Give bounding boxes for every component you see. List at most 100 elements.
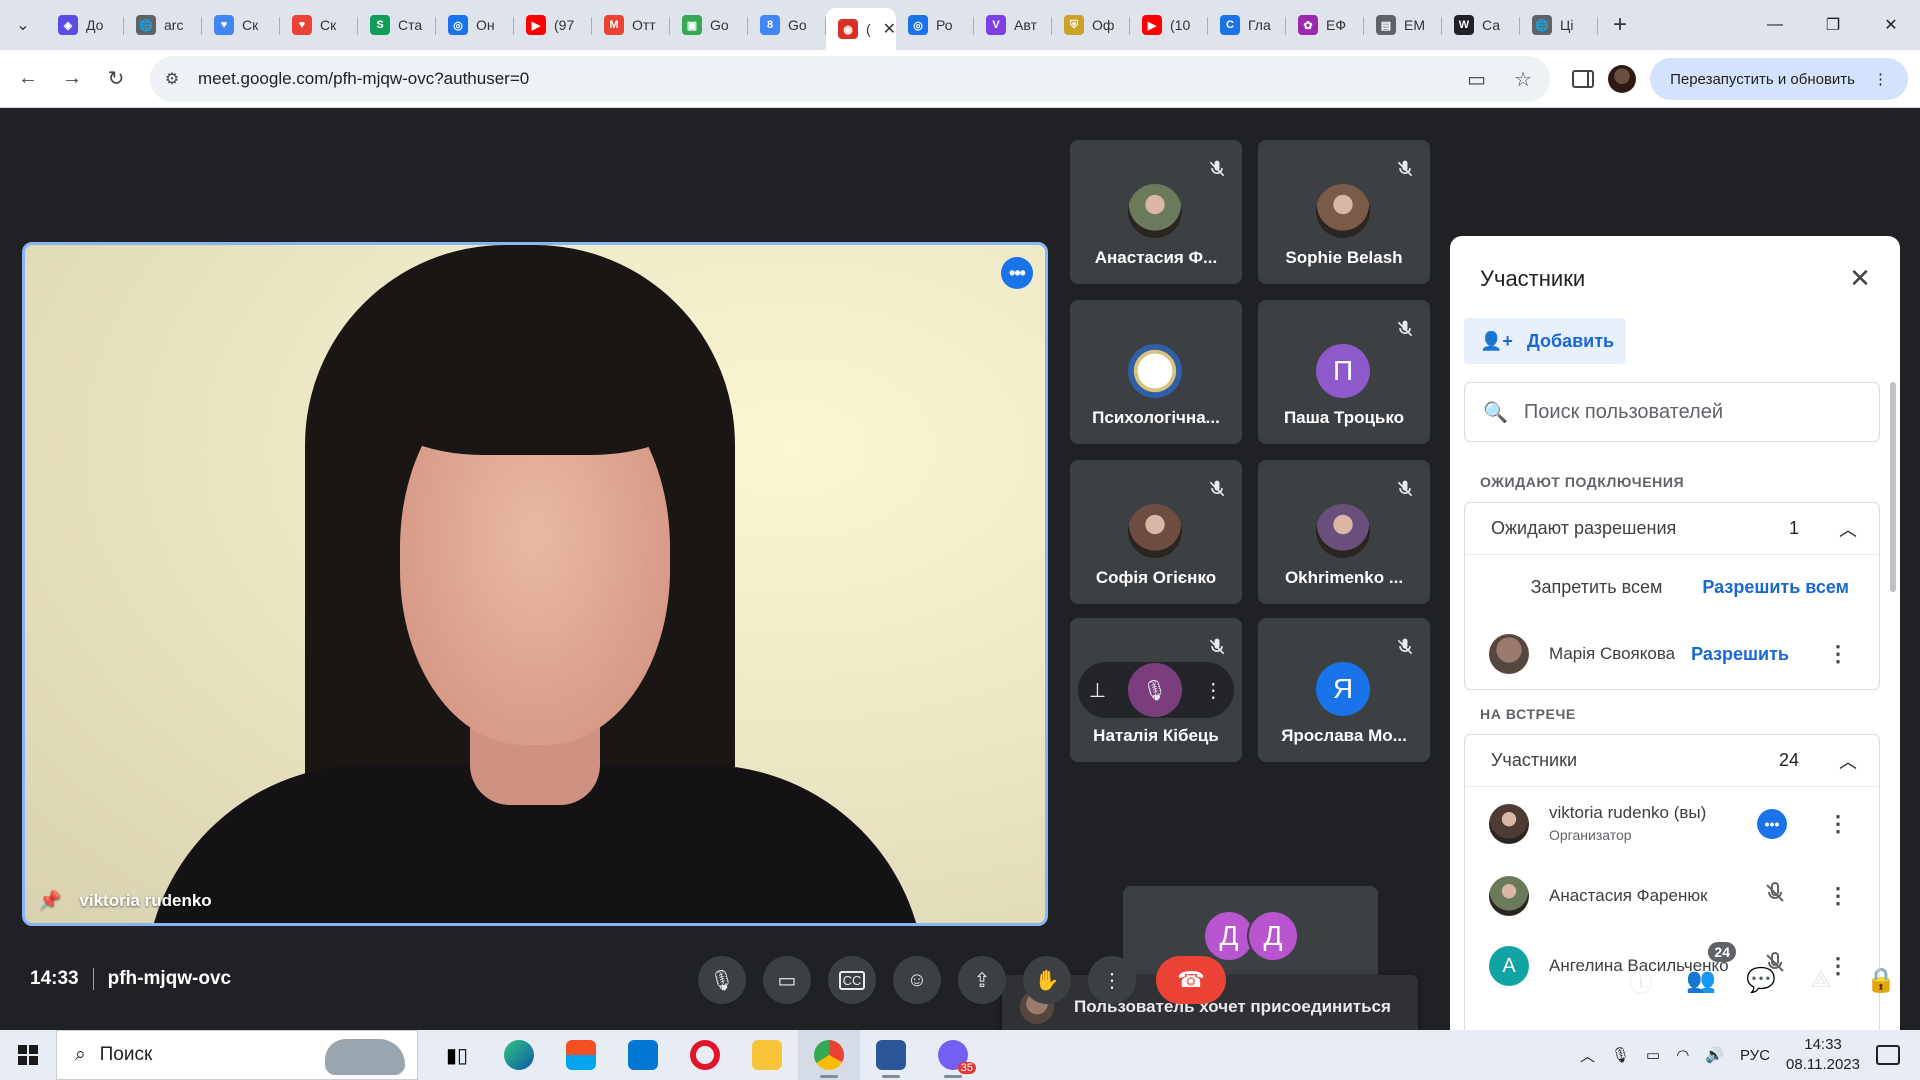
profile-avatar[interactable] bbox=[1608, 65, 1637, 93]
meeting-details-button[interactable]: ⓘ bbox=[1622, 956, 1660, 1004]
mail-app[interactable] bbox=[612, 1030, 674, 1080]
search-input[interactable]: 🔍 Поиск пользователей bbox=[1464, 382, 1880, 442]
people-button[interactable]: 👥 24 bbox=[1682, 942, 1736, 1004]
more-options-button[interactable]: ⋮ bbox=[1088, 956, 1136, 1004]
browser-tab[interactable]: ▣ Go bbox=[670, 8, 748, 42]
word-app[interactable] bbox=[860, 1030, 922, 1080]
participant-tile[interactable]: П Паша Троцько bbox=[1258, 300, 1430, 444]
participant-tile[interactable]: Психологічна... bbox=[1070, 300, 1242, 444]
close-panel-button[interactable]: ✕ bbox=[1842, 260, 1878, 296]
browser-tab[interactable]: ◈ До bbox=[46, 8, 124, 42]
leave-call-button[interactable]: ☎ bbox=[1156, 956, 1226, 1004]
participant-tile[interactable]: Я Ярослава Мо... bbox=[1258, 618, 1430, 762]
browser-tab[interactable]: ▶ (97 bbox=[514, 8, 592, 42]
more-vert-icon[interactable]: ⋮ bbox=[1827, 641, 1849, 667]
browser-tab[interactable]: ♥ Ск bbox=[280, 8, 358, 42]
participant-row[interactable]: Анастасия Фаренюк ⋮ bbox=[1465, 861, 1879, 931]
new-tab-button[interactable]: + bbox=[1598, 0, 1642, 50]
chat-button[interactable]: 💬 bbox=[1742, 956, 1780, 1004]
browser-tab[interactable]: V Авт bbox=[974, 8, 1052, 42]
waiting-header[interactable]: Ожидают разрешения 1 ︿ bbox=[1465, 503, 1879, 555]
mic-off-icon[interactable] bbox=[1763, 881, 1787, 911]
tab-search-button[interactable]: ⌄ bbox=[0, 0, 46, 50]
browser-tab[interactable]: M Отт bbox=[592, 8, 670, 42]
deny-all-button[interactable]: Запретить всем bbox=[1531, 577, 1663, 598]
browser-tab[interactable]: ✿ ЕФ bbox=[1286, 8, 1364, 42]
participant-tile[interactable]: ⊥ 🎙 ⋮ Наталія Кібець bbox=[1070, 618, 1242, 762]
omnibox[interactable]: ⚙ meet.google.com/pfh-mjqw-ovc?authuser=… bbox=[150, 56, 1550, 102]
notifications-icon[interactable] bbox=[1876, 1045, 1900, 1065]
side-panel-icon[interactable] bbox=[1572, 70, 1595, 88]
browser-tab[interactable]: ◉ (✕ bbox=[826, 8, 896, 50]
back-button[interactable]: ← bbox=[6, 57, 50, 101]
explorer-app[interactable] bbox=[736, 1030, 798, 1080]
browser-tab[interactable]: ◎ Он bbox=[436, 8, 514, 42]
wifi-icon[interactable]: ◠ bbox=[1676, 1046, 1689, 1064]
participant-tile[interactable]: Sophie Belash bbox=[1258, 140, 1430, 284]
allow-all-button[interactable]: Разрешить всем bbox=[1702, 577, 1849, 598]
participants-header[interactable]: Участники 24 ︿ bbox=[1465, 735, 1879, 787]
participant-row[interactable]: viktoria rudenko (вы) Организатор ••• ⋮ bbox=[1465, 787, 1879, 861]
close-tab-icon[interactable]: ✕ bbox=[883, 19, 896, 39]
pin-icon[interactable]: 📌 bbox=[39, 890, 61, 911]
host-controls-button[interactable]: 🔒 bbox=[1862, 956, 1900, 1004]
browser-tab[interactable]: S Ста bbox=[358, 8, 436, 42]
battery-icon[interactable]: ▭ bbox=[1646, 1046, 1660, 1064]
participant-tile[interactable]: Софія Огієнко bbox=[1070, 460, 1242, 604]
relaunch-update-button[interactable]: Перезапустить и обновить ⋮ bbox=[1650, 58, 1908, 100]
allow-button[interactable]: Разрешить bbox=[1691, 644, 1789, 665]
input-language[interactable]: РУС bbox=[1740, 1047, 1770, 1064]
more-vert-icon[interactable]: ⋮ bbox=[1827, 883, 1849, 909]
participant-tile[interactable]: Okhrimenko ... bbox=[1258, 460, 1430, 604]
viber-app[interactable]: 35 bbox=[922, 1030, 984, 1080]
reactions-button[interactable]: ☺ bbox=[893, 956, 941, 1004]
taskbar-clock[interactable]: 14:33 08.11.2023 bbox=[1786, 1035, 1860, 1075]
edge-app[interactable] bbox=[488, 1030, 550, 1080]
chrome-app[interactable] bbox=[798, 1030, 860, 1080]
browser-tab[interactable]: 🌐 Ці bbox=[1520, 8, 1598, 42]
browser-tab[interactable]: W Са bbox=[1442, 8, 1520, 42]
minimize-button[interactable]: — bbox=[1746, 0, 1804, 50]
camera-in-use-icon[interactable]: ▭ bbox=[1467, 67, 1486, 92]
browser-tab[interactable]: ▶ (10 bbox=[1130, 8, 1208, 42]
browser-tab[interactable]: 8 Go bbox=[748, 8, 826, 42]
browser-tab[interactable]: ▤ ЕМ bbox=[1364, 8, 1442, 42]
chevron-up-icon[interactable]: ︿ bbox=[1839, 748, 1857, 774]
browser-tab[interactable]: ⛨ Оф bbox=[1052, 8, 1130, 42]
taskbar-search[interactable]: ⌕ Поиск bbox=[56, 1030, 418, 1080]
maximize-button[interactable]: ❐ bbox=[1804, 0, 1862, 50]
start-button[interactable] bbox=[0, 1030, 56, 1080]
site-info-icon[interactable]: ⚙ bbox=[150, 69, 194, 89]
pin-icon[interactable]: ⊥ bbox=[1089, 678, 1106, 703]
opera-app[interactable] bbox=[674, 1030, 736, 1080]
url-text[interactable]: meet.google.com/pfh-mjqw-ovc?authuser=0 bbox=[198, 69, 529, 89]
task-view-button[interactable]: ▮▯ bbox=[426, 1030, 488, 1080]
microphone-icon[interactable]: 🎙 bbox=[1611, 1046, 1630, 1064]
browser-tab[interactable]: ♥ Ск bbox=[202, 8, 280, 42]
tile-more-options-icon[interactable]: ••• bbox=[1001, 257, 1033, 289]
present-button[interactable]: ⇪ bbox=[958, 956, 1006, 1004]
main-video-tile[interactable]: ••• 📌 viktoria rudenko bbox=[22, 242, 1048, 926]
microphone-button[interactable]: 🎙 bbox=[698, 956, 746, 1004]
browser-tab[interactable]: ◎ Ро bbox=[896, 8, 974, 42]
volume-icon[interactable]: 🔊 bbox=[1705, 1046, 1724, 1064]
more-vert-icon[interactable]: ⋮ bbox=[1827, 811, 1849, 837]
mute-participant-icon[interactable]: 🎙 bbox=[1127, 663, 1182, 717]
bookmark-star-icon[interactable]: ☆ bbox=[1514, 67, 1532, 92]
reload-button[interactable]: ↻ bbox=[94, 57, 138, 101]
more-vert-icon[interactable]: ⋮ bbox=[1203, 678, 1223, 703]
chevron-up-icon[interactable]: ︿ bbox=[1839, 516, 1857, 542]
participant-tile[interactable]: Анастасия Ф... bbox=[1070, 140, 1242, 284]
chevron-up-icon[interactable]: ︿ bbox=[1580, 1045, 1595, 1066]
panel-scrollbar[interactable] bbox=[1890, 382, 1896, 592]
raise-hand-button[interactable]: ✋ bbox=[1023, 956, 1071, 1004]
camera-button[interactable]: ▭ bbox=[763, 956, 811, 1004]
browser-tab[interactable]: 🌐 arc bbox=[124, 8, 202, 42]
browser-tab[interactable]: C Гла bbox=[1208, 8, 1286, 42]
store-app[interactable] bbox=[550, 1030, 612, 1080]
close-window-button[interactable]: ✕ bbox=[1862, 0, 1920, 50]
add-people-button[interactable]: 👤+ Добавить bbox=[1464, 318, 1626, 364]
forward-button[interactable]: → bbox=[50, 57, 94, 101]
captions-button[interactable]: CC bbox=[828, 956, 876, 1004]
activities-button[interactable]: ⟁ bbox=[1802, 956, 1840, 1004]
